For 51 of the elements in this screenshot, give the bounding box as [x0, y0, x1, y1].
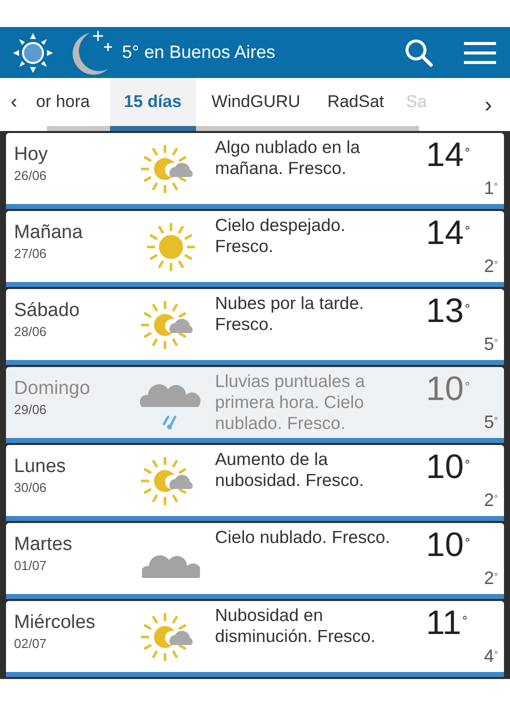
max-temperature: 10$^{°}$: [426, 449, 470, 485]
day-name: Mañana: [14, 221, 83, 244]
forecast-card[interactable]: Lunes 30/06 Aumento de la nubosidad. Fresco. 10$^{°}$ 2°: [6, 445, 504, 521]
day-name: Miércoles: [14, 611, 96, 634]
min-temperature: 2°: [484, 568, 498, 588]
day-date: 02/07: [14, 635, 47, 653]
menu-icon[interactable]: [464, 40, 496, 64]
scroll-left-button[interactable]: ‹: [0, 78, 28, 126]
day-date: 29/06: [14, 401, 47, 419]
max-temperature: 11$^{°}$: [426, 605, 468, 641]
day-date: 26/06: [14, 167, 47, 185]
max-temperature: 13$^{°}$: [426, 293, 470, 329]
tab[interactable]: WindGURU: [196, 78, 316, 126]
day-name: Domingo: [14, 377, 90, 400]
day-name: Lunes: [14, 455, 66, 478]
forecast-card[interactable]: Hoy 26/06 Algo nublado en la mañana. Fresco. 14$^{°}$ 1°: [6, 133, 504, 209]
forecast-card[interactable]: Martes 01/07 Cielo nublado. Fresco. 10$^{°}$ 2°: [6, 523, 504, 599]
min-temperature: 1°: [484, 178, 498, 198]
forecast-card[interactable]: Mañana 27/06 Cielo despejado. Fresco. 14$^{°}$ 2°: [6, 211, 504, 287]
min-temperature: 2°: [484, 490, 498, 510]
forecast-description: Algo nublado en la mañana. Fresco.: [215, 136, 361, 179]
tab[interactable]: 15 días: [110, 78, 196, 131]
max-temperature: 10$^{°}$: [426, 527, 470, 563]
min-temperature: 5°: [484, 412, 498, 432]
forecast-description: Nubes por la tarde. Fresco.: [215, 292, 365, 335]
max-temperature: 14$^{°}$: [426, 215, 470, 251]
scroll-right-button[interactable]: ›: [484, 88, 492, 121]
forecast-card[interactable]: Domingo 29/06 Lluvias puntuales a primera hora. Cielo nublado. Fresco. 10$^{°}$ 5°: [6, 367, 504, 443]
day-name: Martes: [14, 533, 72, 556]
max-temperature: 10$^{°}$: [426, 371, 470, 407]
forecast-description: Nubosidad en disminución. Fresco.: [215, 604, 376, 647]
min-temperature: 4°: [484, 646, 498, 666]
day-name: Hoy: [14, 143, 48, 166]
day-date: 27/06: [14, 245, 47, 263]
location-temperature: 5° en Buenos Aires: [122, 41, 276, 64]
day-name: Sábado: [14, 299, 80, 322]
min-temperature: 5°: [484, 334, 498, 354]
forecast-description: Aumento de la nubosidad. Fresco.: [215, 448, 365, 491]
day-date: 30/06: [14, 479, 47, 497]
forecast-card[interactable]: Miércoles 02/07 Nubosidad en disminución. Fresco. 11$^{°}$ 4°: [6, 601, 504, 677]
forecast-description: Lluvias puntuales a primera hora. Cielo nublado. Fresco.: [215, 370, 366, 434]
day-date: 28/06: [14, 323, 47, 341]
min-temperature: 2°: [484, 256, 498, 276]
tab[interactable]: or hora: [28, 78, 110, 126]
search-icon[interactable]: [404, 38, 434, 68]
forecast-description: Cielo despejado. Fresco.: [215, 214, 346, 257]
max-temperature: 14$^{°}$: [426, 137, 470, 173]
forecast-description: Cielo nublado. Fresco.: [215, 526, 392, 548]
forecast-card[interactable]: Sábado 28/06 Nubes por la tarde. Fresco. 13$^{°}$ 5°: [6, 289, 504, 365]
day-date: 01/07: [14, 557, 47, 575]
tab[interactable]: RadSat: [316, 78, 396, 126]
